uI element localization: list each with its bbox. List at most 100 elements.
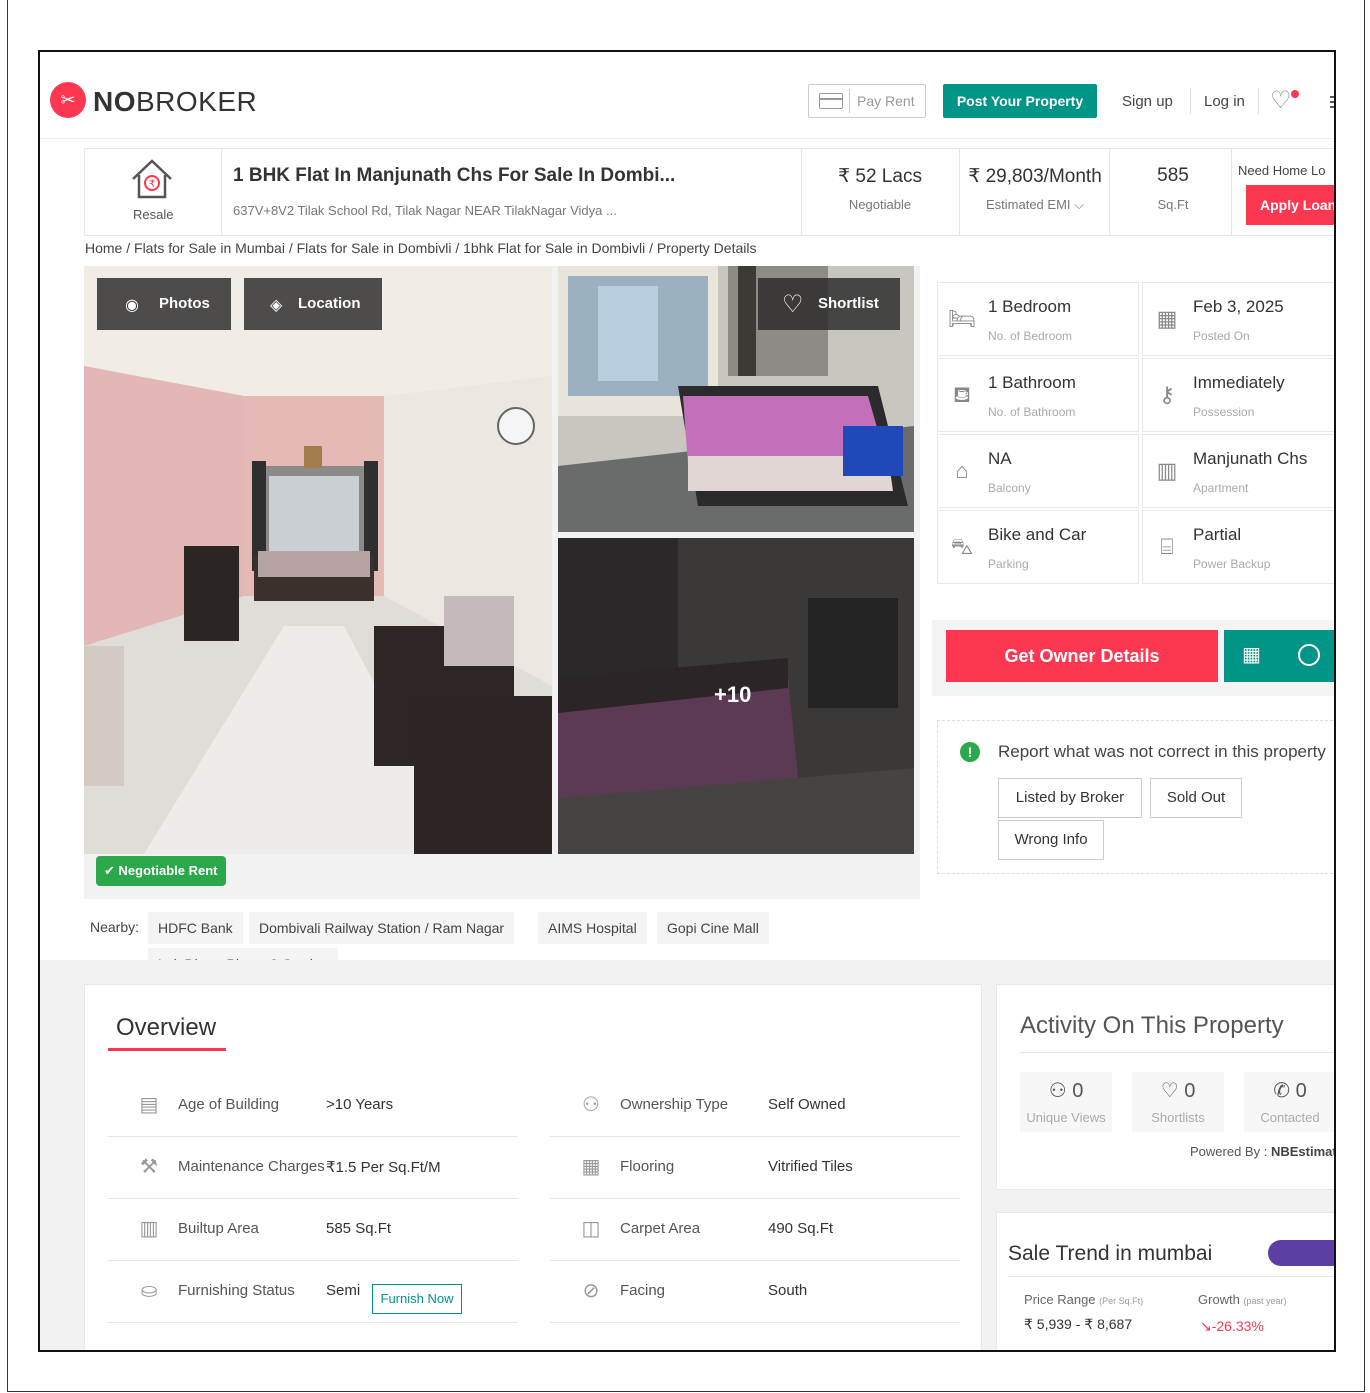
pay-rent-button[interactable]: Pay Rent [808,84,926,118]
sign-up-link[interactable]: Sign up [1122,93,1173,110]
compass-icon: ◈ [270,297,283,314]
stat-shortlists: ♡ 0 Shortlists [1132,1072,1224,1132]
spec-apartment: ▥ Manjunath Chs Apartment [1142,434,1334,508]
calendar-icon[interactable]: ▦ [1242,644,1264,666]
overview-label: Furnishing Status [178,1282,295,1299]
tiles-icon: ▦ [581,1156,601,1178]
overview-value: ₹1.5 Per Sq.Ft/M [326,1159,441,1176]
sale-trend-title: Sale Trend in mumbai [1008,1242,1213,1265]
property-summary-bar: ₹ Resale 1 BHK Flat In Manjunath Chs For… [84,148,1334,236]
hamburger-menu-icon[interactable] [1330,96,1334,110]
divider [959,149,960,235]
overview-value: Semi [326,1282,361,1299]
negotiable-rent-label: Negotiable Rent [118,863,218,878]
property-title: 1 BHK Flat In Manjunath Chs For Sale In … [233,165,676,186]
spec-value: Manjunath Chs [1193,449,1308,468]
building-icon: ▥ [139,1218,159,1240]
pay-rent-label: Pay Rent [857,93,915,109]
stat-label: Unique Views [1026,1110,1106,1125]
nearby-chip[interactable]: HDFC Bank [148,912,243,944]
divider [801,149,802,235]
divider [1190,88,1191,114]
main-property-photo[interactable] [84,266,552,854]
stat-unique-views: ⚇ 0 Unique Views [1020,1072,1112,1132]
spec-parking: ⛍ Bike and Car Parking [937,510,1139,584]
emi-note: Estimated EMI [985,197,1071,212]
key-icon: ⚷ [1158,382,1176,407]
info-icon: ! [960,742,980,762]
overview-row-flooring: ▦ Flooring Vitrified Tiles [550,1136,960,1199]
overview-label: Ownership Type [620,1096,729,1113]
emi-dropdown[interactable]: Estimated EMI ⌵ [965,197,1105,213]
spec-value: Feb 3, 2025 [1193,297,1284,316]
spec-label: Power Backup [1193,557,1271,571]
nearby-chip[interactable]: Dombivali Railway Station / Ram Nagar [249,912,515,944]
powered-by-name: NBEstimate [1270,1144,1334,1159]
schedule-chat-buttons[interactable]: ▦ [1224,630,1334,682]
spec-value: Partial [1193,525,1242,544]
logo-bold: NO [93,86,136,117]
apply-loan-button[interactable]: Apply Loan [1246,185,1334,225]
heart-icon: ♡ [1160,1080,1179,1102]
price-range-text: Price Range [1024,1292,1096,1307]
overview-row-facing: ⊘ Facing South [550,1260,960,1323]
nearby-label: Nearby: [90,919,140,935]
stat-number: 0 [1072,1080,1084,1102]
spec-possession: ⚷ Immediately Possession [1142,358,1334,432]
divider [1258,88,1259,114]
spec-value: 1 Bathroom [988,373,1076,392]
stat-label: Shortlists [1151,1110,1205,1125]
post-property-button[interactable]: Post Your Property [943,84,1097,118]
log-in-link[interactable]: Log in [1204,93,1245,110]
nearby-chip[interactable]: AIMS Hospital [538,912,647,944]
nobroker-logo-icon[interactable]: ✂ [50,82,86,118]
need-home-loan-text: Need Home Lo [1238,163,1326,178]
property-area: 585 [1157,165,1189,186]
notification-dot [1291,90,1299,98]
spec-label: Apartment [1193,481,1249,495]
shortlist-button[interactable]: ♡ Shortlist [758,278,900,330]
spec-bathroom: ⛾ 1 Bathroom No. of Bathroom [937,358,1139,432]
spec-label: Possession [1193,405,1255,419]
divider [849,89,850,113]
report-wrong-info[interactable]: Wrong Info [998,820,1104,860]
nearby-chip[interactable]: Gopi Cine Mall [657,912,769,944]
logo-rest: BROKER [136,86,258,117]
nobroker-logo[interactable]: NOBROKER [93,86,257,118]
overview-row-builtup: ▥ Builtup Area 585 Sq.Ft [108,1198,518,1261]
stat-contacted: ✆ 0 Contacted [1244,1072,1334,1132]
divider [1008,1276,1334,1277]
spec-posted-on: ▦ Feb 3, 2025 Posted On [1142,282,1334,356]
spec-value: 1 Bedroom [988,297,1072,316]
spec-label: Balcony [988,481,1031,495]
report-listed-by-broker[interactable]: Listed by Broker [998,778,1142,818]
cake-icon: ▤ [139,1094,159,1116]
photos-button[interactable]: ◉ Photos [97,278,231,330]
title-underline [108,1048,226,1051]
heart-icon: ♡ [782,291,804,318]
price-range-unit: (Per Sq.Ft) [1099,1296,1144,1306]
building-icon: ▥ [1156,458,1178,483]
overview-value: Self Owned [768,1096,846,1113]
divider [1020,1052,1334,1053]
report-sold-out[interactable]: Sold Out [1150,778,1242,818]
stat-label: Contacted [1260,1110,1320,1125]
more-photos-count[interactable]: +10 [714,682,751,708]
calendar-icon: ▦ [1156,306,1178,331]
breadcrumb[interactable]: Home / Flats for Sale in Mumbai / Flats … [85,240,756,256]
furnish-now-button[interactable]: Furnish Now [372,1284,462,1314]
stat-number: 0 [1295,1080,1307,1102]
chat-icon[interactable] [1298,644,1320,666]
shortlist-label: Shortlist [818,295,879,312]
location-button[interactable]: ◈ Location [244,278,382,330]
powered-by-label: Powered By : [1190,1144,1268,1159]
spec-power-backup: ⌸ Partial Power Backup [1142,510,1334,584]
overview-value: 585 Sq.Ft [326,1220,392,1237]
spec-balcony: ⌂ NA Balcony [937,434,1139,508]
site-header: ✂ NOBROKER Pay Rent Post Your Property S… [40,66,1334,139]
get-owner-details-button[interactable]: Get Owner Details [946,630,1218,682]
divider [1231,149,1232,235]
stat-number: 0 [1184,1080,1196,1102]
spec-label: No. of Bedroom [988,329,1073,343]
powered-by: Powered By : NBEstimate [1190,1144,1334,1159]
